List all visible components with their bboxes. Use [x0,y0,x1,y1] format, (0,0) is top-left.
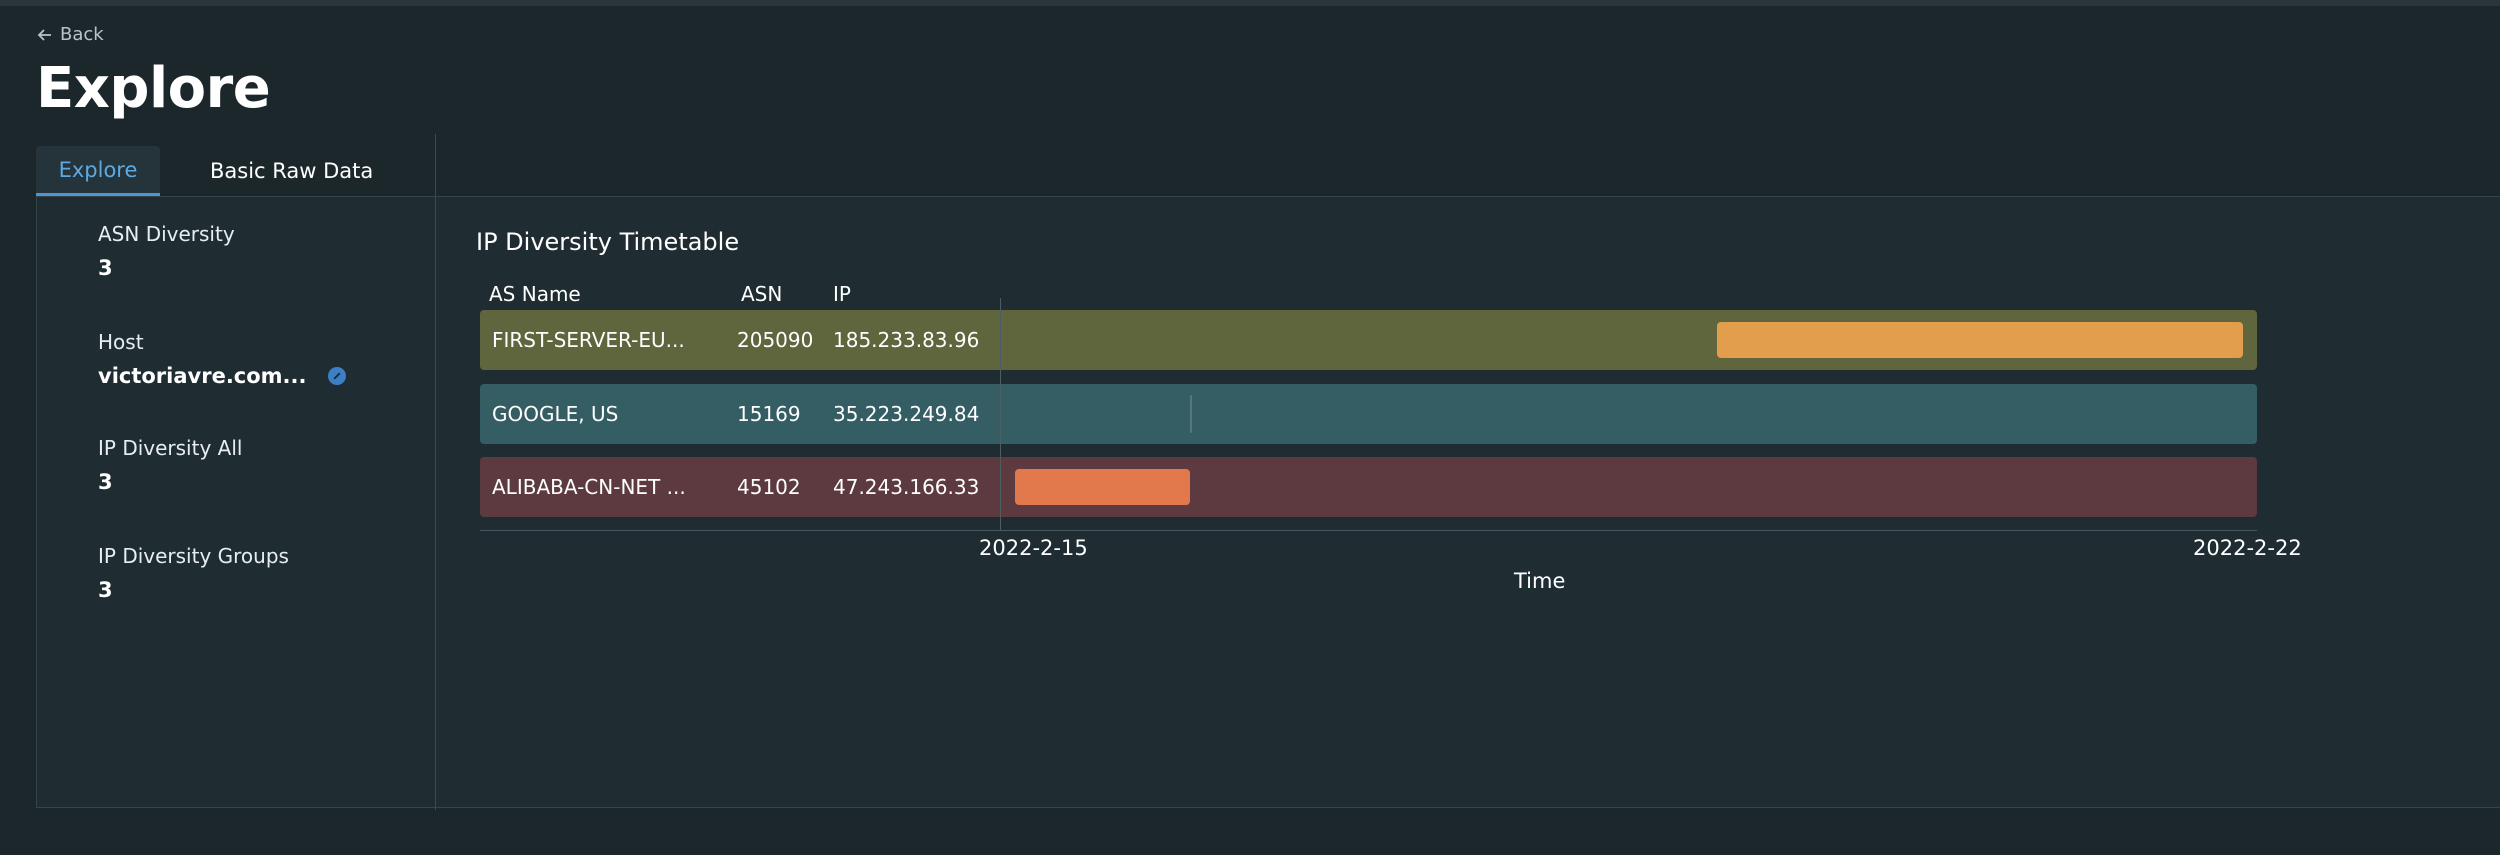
link-icon[interactable] [328,367,347,385]
column-header-asn: ASN [741,282,783,306]
row-asn: 15169 [737,402,801,426]
stat-value: victoriavre.com... [98,364,347,388]
tab-divider [435,196,2500,197]
row-asn: 45102 [737,475,801,499]
chart-title: IP Diversity Timetable [476,228,740,256]
arrow-left-icon [37,28,51,41]
stat-label: Host [98,330,144,354]
row-asn: 205090 [737,328,814,352]
row-ip: 47.243.166.33 [833,475,980,499]
stat-ip-diversity-all: IP Diversity All 3 [98,436,242,494]
tab-explore[interactable]: Explore [36,146,160,196]
top-bar [0,0,2500,6]
stat-ip-diversity-groups: IP Diversity Groups 3 [98,544,289,602]
stat-label: IP Diversity All [98,436,243,460]
stat-asn-diversity: ASN Diversity 3 [98,222,235,280]
x-tick-label: 2022-2-22 [2193,536,2302,560]
page-title: Explore [36,56,271,121]
stat-value: 3 [98,578,113,602]
stat-label: IP Diversity Groups [98,544,289,568]
column-header-ip: IP [833,282,851,306]
back-label: Back [60,24,104,45]
host-value: victoriavre.com... [98,364,307,388]
row-as-name: GOOGLE, US [492,402,619,426]
back-link[interactable]: Back [36,24,104,45]
stat-label: ASN Diversity [98,222,235,246]
row-as-name: ALIBABA-CN-NET ... [492,475,686,499]
row-ip: 185.233.83.96 [833,328,980,352]
x-axis-label: Time [1514,569,1566,593]
sidebar-divider [435,134,436,810]
tab-bar: Explore Basic Raw Data [36,146,397,198]
timeline-bar[interactable] [1015,469,1191,505]
stat-value: 3 [98,256,113,280]
x-axis-line [480,530,2257,531]
row-as-name: FIRST-SERVER-EU... [492,328,685,352]
timeline-bar[interactable] [1716,322,2243,358]
stat-host: Host victoriavre.com... [98,330,347,388]
stat-value: 3 [98,470,113,494]
row-ip: 35.223.249.84 [833,402,980,426]
x-tick-label: 2022-2-15 [979,536,1088,560]
column-header-as-name: AS Name [489,282,581,306]
tab-basic-raw-data[interactable]: Basic Raw Data [186,146,397,196]
timeline-start-line [1000,298,1001,530]
